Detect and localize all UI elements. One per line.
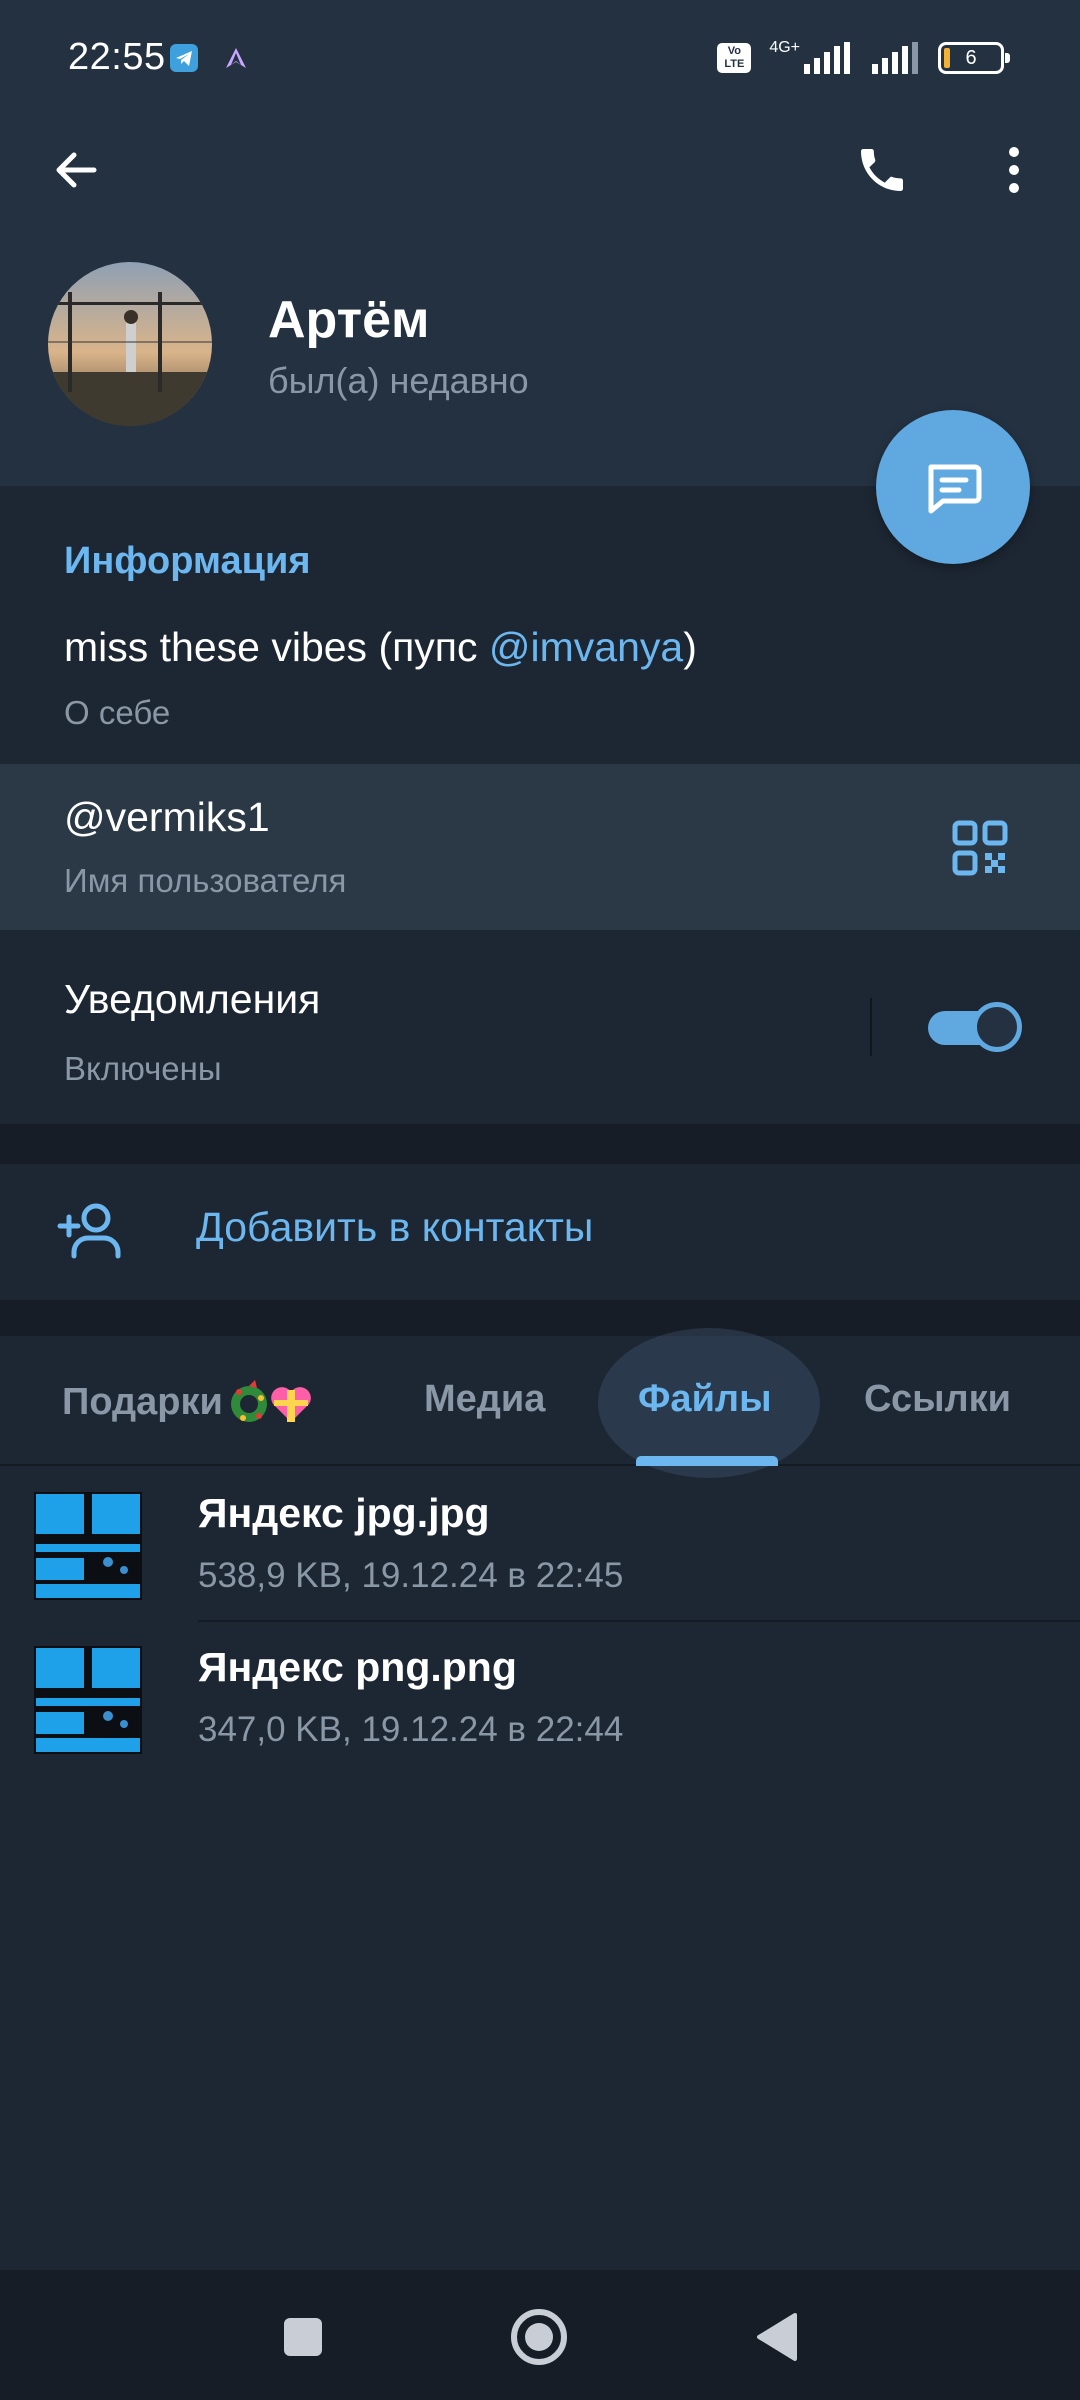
call-button[interactable] xyxy=(842,130,922,210)
circle-icon xyxy=(511,2309,567,2365)
active-tab-indicator xyxy=(636,1456,778,1466)
arrow-left-icon xyxy=(56,152,97,188)
toggle-knob xyxy=(972,1002,1022,1052)
tab-gifts-label: Подарки xyxy=(62,1380,223,1423)
file-thumbnail xyxy=(34,1646,142,1754)
file-meta: 538,9 KB, 19.12.24 в 22:45 xyxy=(198,1556,624,1595)
square-icon xyxy=(284,2318,322,2356)
tab-gifts[interactable]: Подарки xyxy=(62,1378,317,1426)
chat-bubble-icon xyxy=(928,464,982,514)
profile-name: Артём xyxy=(268,291,430,349)
section-divider xyxy=(0,1124,1080,1164)
telegram-notification-icon xyxy=(170,44,198,72)
phone-icon xyxy=(861,149,903,191)
notifications-state: Включены xyxy=(64,1050,222,1087)
send-message-button[interactable] xyxy=(876,410,1030,564)
network-type: 4G+ xyxy=(769,39,800,56)
app-notification-icon xyxy=(222,44,250,72)
bio-label: О себе xyxy=(64,694,171,731)
notifications-toggle[interactable] xyxy=(928,1000,1022,1054)
media-tabs: Подарки Медиа Файлы Ссылки xyxy=(0,1328,1080,1478)
bio-suffix: ) xyxy=(683,624,697,670)
tab-files[interactable]: Файлы xyxy=(638,1378,772,1421)
bio-text: miss these vibes (пупс @imvanya) xyxy=(64,624,697,671)
triangle-back-icon xyxy=(757,2313,797,2361)
file-item[interactable]: Яндекс png.png 347,0 KB, 19.12.24 в 22:4… xyxy=(0,1622,1080,1776)
last-seen-status: был(а) недавно xyxy=(268,360,529,401)
tab-links[interactable]: Ссылки xyxy=(864,1378,1011,1421)
section-divider-2 xyxy=(0,1300,1080,1336)
signal-icon-2 xyxy=(872,42,918,74)
home-button[interactable] xyxy=(502,2300,576,2374)
back-button[interactable] xyxy=(36,130,116,210)
battery-percent: 6 xyxy=(965,47,977,69)
bio-prefix: miss these vibes (пупс xyxy=(64,624,489,670)
profile-screen: 22:55 Vo LTE 4G+ 6 Артём был(а) недавно … xyxy=(0,0,1080,2400)
status-bar: 22:55 Vo LTE 4G+ 6 xyxy=(0,0,1080,110)
signal-icon xyxy=(804,42,850,74)
battery-icon: 6 xyxy=(938,42,1010,74)
back-nav-button[interactable] xyxy=(740,2300,814,2374)
notifications-divider xyxy=(870,998,872,1056)
add-user-icon xyxy=(57,1203,121,1259)
volte-indicator: Vo LTE xyxy=(717,43,752,73)
tab-media[interactable]: Медиа xyxy=(424,1378,545,1421)
file-name: Яндекс jpg.jpg xyxy=(198,1490,490,1536)
file-name: Яндекс png.png xyxy=(198,1644,517,1690)
gift-emoji-icon xyxy=(229,1378,317,1426)
file-thumbnail xyxy=(34,1492,142,1600)
bio-mention-link[interactable]: @imvanya xyxy=(489,624,683,670)
profile-header: 22:55 Vo LTE 4G+ 6 Артём был(а) недавно xyxy=(0,0,1080,486)
qr-code-icon[interactable] xyxy=(952,820,1008,876)
file-item[interactable]: Яндекс jpg.jpg 538,9 KB, 19.12.24 в 22:4… xyxy=(0,1468,1080,1622)
recents-button[interactable] xyxy=(266,2300,340,2374)
status-time: 22:55 xyxy=(68,36,166,78)
more-vertical-icon xyxy=(1009,147,1019,193)
more-menu-button[interactable] xyxy=(974,130,1054,210)
username-label: Имя пользователя xyxy=(64,862,347,899)
username-row[interactable]: @vermiks1 Имя пользователя xyxy=(0,764,1080,930)
avatar[interactable] xyxy=(48,262,212,426)
file-meta: 347,0 KB, 19.12.24 в 22:44 xyxy=(198,1710,624,1749)
battery-level xyxy=(944,48,950,68)
add-to-contacts-label: Добавить в контакты xyxy=(196,1204,594,1250)
system-nav-bar xyxy=(0,2270,1080,2400)
username: @vermiks1 xyxy=(64,794,270,840)
add-to-contacts-row[interactable]: Добавить в контакты xyxy=(0,1164,1080,1300)
info-section-title: Информация xyxy=(64,540,311,582)
notifications-title[interactable]: Уведомления xyxy=(64,976,320,1023)
status-indicators: Vo LTE 4G+ 6 xyxy=(717,38,1010,78)
